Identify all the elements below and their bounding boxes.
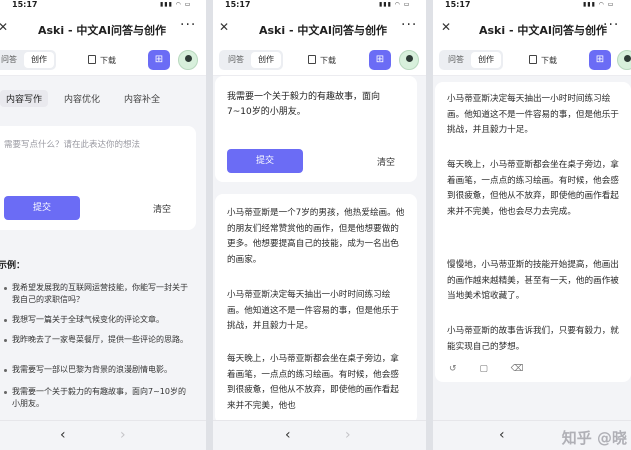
status-time: 15:17: [225, 0, 251, 9]
sub-tabs: 内容写作 内容优化 内容补全: [0, 86, 206, 112]
status-bar: 15:17 ▮▮▮ ◠ ▭: [0, 0, 206, 12]
example-item[interactable]: 我昨晚去了一家粤菜餐厅，提供一些评论的思路。: [4, 334, 198, 346]
back-icon[interactable]: ‹: [285, 427, 291, 443]
signal-icons: ▮▮▮ ◠ ▭: [583, 1, 615, 8]
back-icon[interactable]: ‹: [60, 427, 66, 443]
download-button[interactable]: 下载: [529, 55, 557, 66]
app-title: Aski - 中文AI问答与创作: [479, 24, 607, 37]
bottom-nav: ‹ ›: [213, 420, 426, 450]
toolbar: 问答 创作 下载 ⊞: [0, 44, 206, 76]
example-item[interactable]: 我需要写一部以巴黎为背景的浪漫剧情电影。: [4, 364, 198, 376]
status-bar: 15:17 ▮▮▮ ◠ ▭: [433, 0, 631, 12]
clear-button[interactable]: 清空: [377, 155, 395, 168]
download-button[interactable]: 下载: [308, 55, 336, 66]
subtab-complete[interactable]: 内容补全: [124, 92, 160, 105]
story-paragraph: 小马蒂亚斯决定每天抽出一小时时间练习绘画。他知道这不是一件容易的事，但是他乐于挑…: [447, 94, 619, 135]
input-card: 需要写点什么？请在此表达你的想法 提交 清空: [0, 126, 196, 230]
story-paragraph: 小马蒂亚斯决定每天抽出一小时时间练习绘画。他知道这不是一件容易的事，但是他乐于挑…: [227, 290, 399, 331]
signal-icons: ▮▮▮ ◠ ▭: [379, 1, 411, 8]
clear-button[interactable]: 清空: [153, 202, 171, 215]
forward-icon[interactable]: ›: [345, 427, 351, 443]
download-icon: [529, 55, 537, 64]
submit-button[interactable]: 提交: [4, 196, 80, 220]
result-actions[interactable]: ↺ ▢ ⌫: [449, 364, 534, 374]
bottom-nav: ‹ ›: [0, 420, 206, 450]
status-bar: 15:17 ▮▮▮ ◠ ▭: [213, 0, 426, 12]
result-card: 小马蒂亚斯是一个7岁的男孩，他热爱绘画。他的朋友们经常赞赏他的画作，但是他想要做…: [215, 194, 417, 424]
example-item[interactable]: 我需要一个关于毅力的有趣故事，面向7~10岁的小朋友。: [4, 386, 192, 410]
subtab-optimize[interactable]: 内容优化: [64, 92, 100, 105]
basket-button[interactable]: ⊞: [589, 50, 611, 70]
mode-switch: 问答 创作: [219, 50, 283, 70]
tab-create[interactable]: 创作: [251, 52, 281, 68]
basket-button[interactable]: ⊞: [369, 50, 391, 70]
more-icon[interactable]: ···: [603, 17, 619, 33]
download-button[interactable]: 下载: [88, 55, 116, 66]
submit-button[interactable]: 提交: [227, 149, 303, 173]
result-card: 小马蒂亚斯决定每天抽出一小时时间练习绘画。他知道这不是一件容易的事，但是他乐于挑…: [435, 82, 631, 382]
tab-qa[interactable]: 问答: [0, 52, 24, 68]
mode-switch: 问答 创作: [439, 50, 503, 70]
more-icon[interactable]: ···: [401, 17, 417, 33]
app-title: Aski - 中文AI问答与创作: [38, 24, 166, 37]
phone-screen-result: 15:17 ▮▮▮ ◠ ▭ ✕ Aski - 中文AI问答与创作 ··· 问答 …: [433, 0, 631, 450]
basket-button[interactable]: ⊞: [148, 50, 170, 70]
back-icon[interactable]: ‹: [499, 427, 505, 443]
phone-screen-generating: 15:17 ▮▮▮ ◠ ▭ ✕ Aski - 中文AI问答与创作 ··· 问答 …: [213, 0, 426, 450]
status-time: 15:17: [445, 0, 471, 9]
tab-create[interactable]: 创作: [24, 52, 54, 68]
download-label: 下载: [320, 56, 336, 65]
prompt-input[interactable]: 需要写点什么？请在此表达你的想法: [4, 138, 140, 150]
example-item[interactable]: 我希望发展我的互联网运营技能，你能写一封关于我自己的求职信吗？: [4, 282, 192, 306]
more-icon[interactable]: ···: [180, 17, 196, 33]
prompt-card: 我需要一个关于毅力的有趣故事，面向7~10岁的小朋友。 提交 清空: [215, 76, 417, 182]
download-label: 下载: [541, 56, 557, 65]
toolbar: 问答 创作 下载 ⊞: [213, 44, 426, 76]
avatar[interactable]: [617, 50, 631, 70]
examples-heading: 示例：: [0, 261, 26, 271]
download-icon: [88, 55, 96, 64]
signal-icons: ▮▮▮ ◠ ▭: [160, 1, 192, 8]
download-label: 下载: [100, 56, 116, 65]
mode-switch: 问答 创作: [0, 50, 56, 70]
example-item[interactable]: 我想写一篇关于全球气候变化的评论文章。: [4, 314, 198, 326]
story-paragraph: 小马蒂亚斯是一个7岁的男孩，他热爱绘画。他的朋友们经常赞赏他的画作，但是他想要做…: [227, 208, 405, 265]
story-paragraph: 小马蒂亚斯的故事告诉我们，只要有毅力，就能实现自己的梦想。: [447, 326, 619, 352]
close-icon[interactable]: ✕: [441, 20, 451, 34]
avatar[interactable]: [178, 50, 198, 70]
app-title: Aski - 中文AI问答与创作: [259, 24, 387, 37]
title-bar: ✕ Aski - 中文AI问答与创作 ···: [433, 12, 631, 44]
close-icon[interactable]: ✕: [0, 20, 8, 34]
story-paragraph: 每天晚上，小马蒂亚斯都会坐在桌子旁边，拿着画笔，一点点的练习绘画。有时候，他会感…: [227, 354, 399, 411]
tab-qa[interactable]: 问答: [441, 52, 471, 68]
prompt-text[interactable]: 我需要一个关于毅力的有趣故事，面向7~10岁的小朋友。: [227, 90, 401, 120]
download-icon: [308, 55, 316, 64]
title-bar: ✕ Aski - 中文AI问答与创作 ···: [213, 12, 426, 44]
tab-qa[interactable]: 问答: [221, 52, 251, 68]
avatar[interactable]: [399, 50, 419, 70]
title-bar: ✕ Aski - 中文AI问答与创作 ···: [0, 12, 206, 44]
status-time: 15:17: [12, 0, 38, 9]
phone-screen-compose: 15:17 ▮▮▮ ◠ ▭ ✕ Aski - 中文AI问答与创作 ··· 问答 …: [0, 0, 206, 450]
toolbar: 问答 创作 下载 ⊞: [433, 44, 631, 76]
tab-create[interactable]: 创作: [471, 52, 501, 68]
stage: 15:17 ▮▮▮ ◠ ▭ ✕ Aski - 中文AI问答与创作 ··· 问答 …: [0, 0, 631, 450]
story-paragraph: 慢慢地，小马蒂亚斯的技能开始提高，他画出的画作越来越精美，甚至有一天，他的画作被…: [447, 260, 619, 301]
subtab-write[interactable]: 内容写作: [0, 90, 49, 107]
close-icon[interactable]: ✕: [219, 20, 229, 34]
story-paragraph: 每天晚上，小马蒂亚斯都会坐在桌子旁边，拿着画笔，一点点的练习绘画。有时候，他会感…: [447, 160, 619, 217]
forward-icon[interactable]: ›: [120, 427, 126, 443]
watermark: 知乎 @晓: [561, 429, 627, 447]
